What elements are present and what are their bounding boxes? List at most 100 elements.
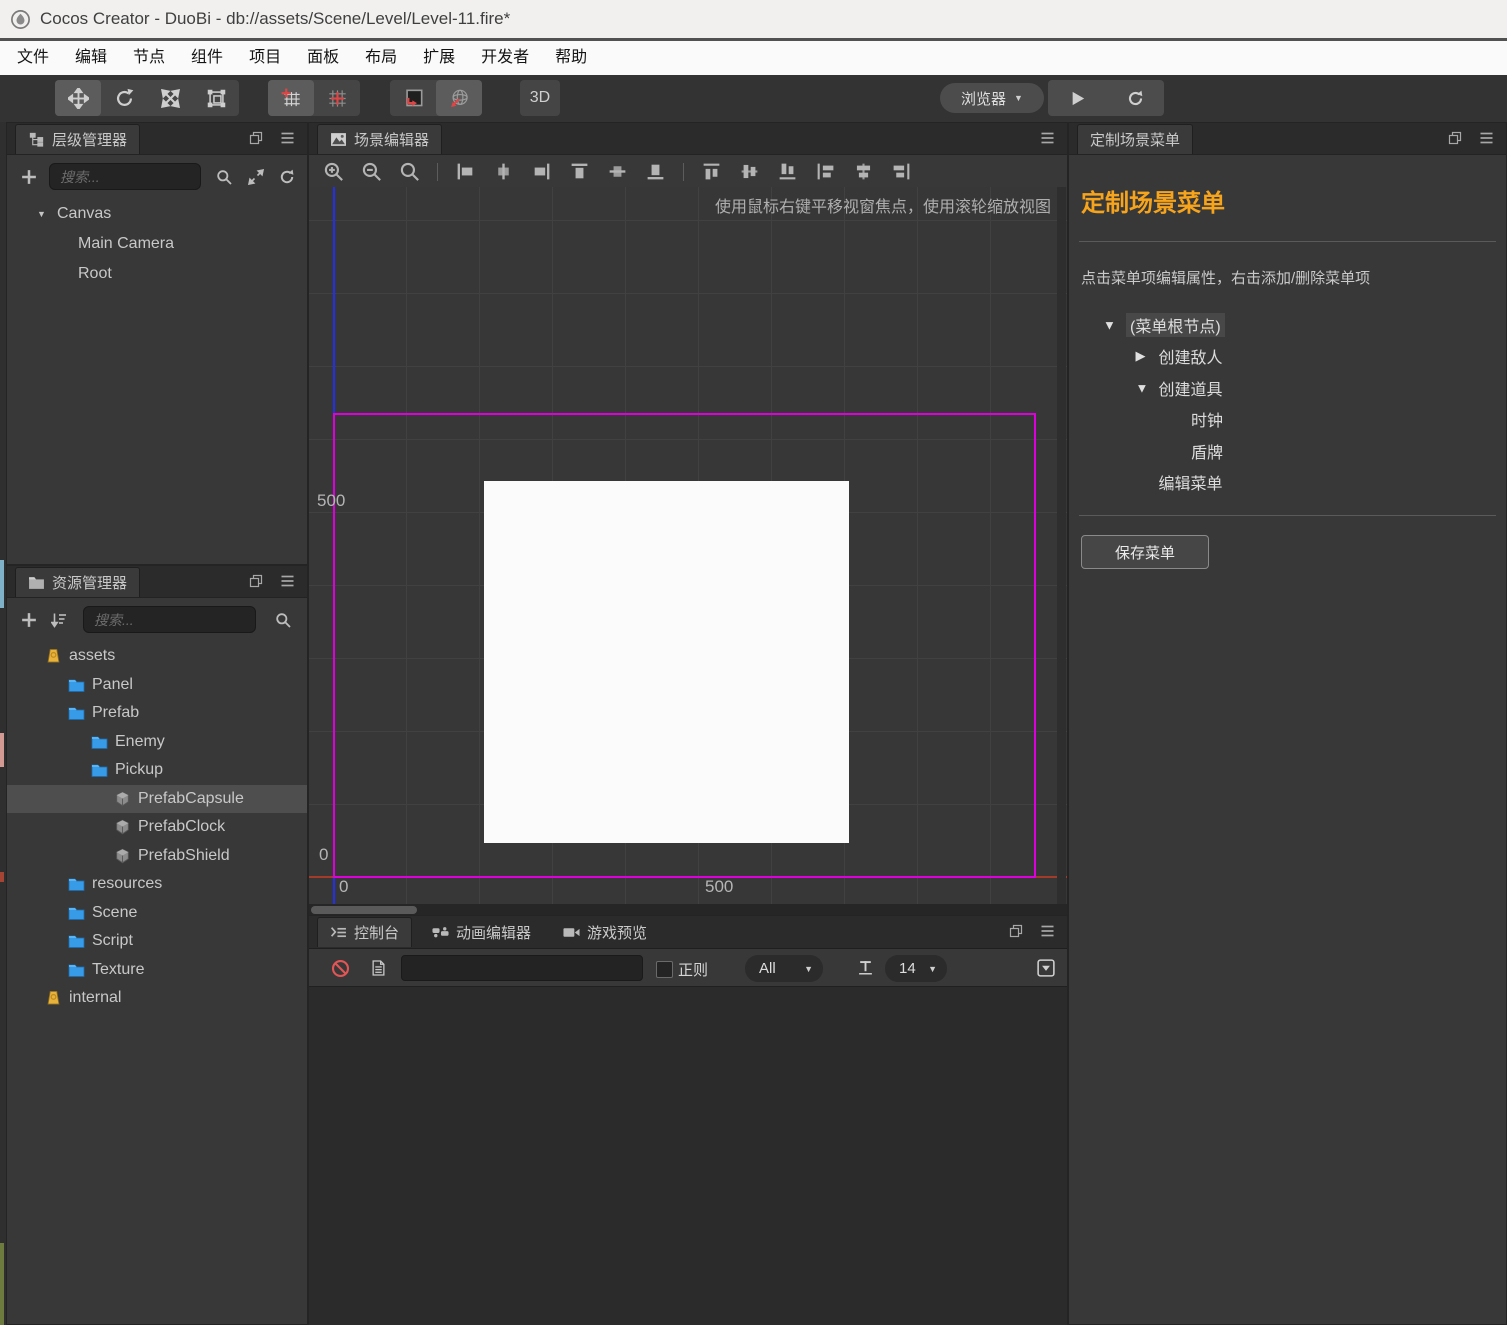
- expand-arrow-icon[interactable]: ▶: [1136, 348, 1146, 364]
- align-top-button[interactable]: [569, 161, 590, 182]
- distribute-top-button[interactable]: [701, 161, 722, 182]
- tab-hierarchy[interactable]: 层级管理器: [15, 124, 140, 154]
- regex-checkbox[interactable]: [656, 961, 673, 978]
- add-node-button[interactable]: [21, 169, 37, 185]
- asset-scene[interactable]: ▶Scene: [7, 899, 307, 928]
- align-bottom-button[interactable]: [645, 161, 666, 182]
- panel-menu-icon[interactable]: [1040, 925, 1055, 937]
- tab-animation-editor[interactable]: 动画编辑器: [420, 918, 543, 947]
- asset-texture[interactable]: ▶Texture: [7, 956, 307, 985]
- clear-console-button[interactable]: [331, 959, 350, 978]
- save-menu-button[interactable]: 保存菜单: [1081, 535, 1209, 569]
- tab-assets[interactable]: 资源管理器: [15, 567, 140, 597]
- menu-sprite[interactable]: [484, 481, 849, 843]
- tab-scene-editor[interactable]: 场景编辑器: [317, 124, 442, 154]
- log-level-dropdown[interactable]: All ▼: [745, 955, 823, 982]
- menu-item-edit[interactable]: 编辑: [62, 41, 120, 75]
- panel-menu-icon[interactable]: [1040, 132, 1055, 144]
- distribute-left-button[interactable]: [815, 161, 836, 182]
- scale-tool-button[interactable]: [147, 80, 193, 116]
- asset-prefab-shield[interactable]: PrefabShield: [7, 842, 307, 871]
- scrollbar-handle[interactable]: [311, 906, 417, 914]
- asset-prefab-clock[interactable]: PrefabClock: [7, 813, 307, 842]
- tab-game-preview[interactable]: 游戏预览: [551, 918, 659, 947]
- asset-pickup[interactable]: ▼Pickup: [7, 756, 307, 785]
- distribute-center-button[interactable]: [853, 161, 874, 182]
- menu-item-component[interactable]: 组件: [178, 41, 236, 75]
- sort-assets-icon[interactable]: [51, 612, 67, 628]
- menu-item-help[interactable]: 帮助: [542, 41, 600, 75]
- panel-menu-icon[interactable]: [280, 575, 295, 587]
- menu-item-layout[interactable]: 布局: [352, 41, 410, 75]
- move-tool-button[interactable]: [55, 80, 101, 116]
- menu-item-edit-menu[interactable]: 编辑菜单: [1069, 467, 1506, 499]
- asset-prefab-capsule[interactable]: PrefabCapsule: [7, 785, 307, 814]
- console-filter-input[interactable]: [401, 955, 643, 981]
- tab-custom-scene-menu[interactable]: 定制场景菜单: [1077, 124, 1193, 154]
- panel-menu-icon[interactable]: [280, 132, 295, 144]
- menu-item-extension[interactable]: 扩展: [410, 41, 468, 75]
- align-center-h-button[interactable]: [493, 161, 514, 182]
- asset-resources[interactable]: ▶resources: [7, 870, 307, 899]
- hierarchy-search-input[interactable]: [49, 163, 201, 190]
- menu-item-menu-root-node[interactable]: ▼(菜单根节点): [1069, 309, 1506, 341]
- expand-all-icon[interactable]: [248, 169, 264, 185]
- menu-item-developer[interactable]: 开发者: [468, 41, 542, 75]
- vertical-scrollbar[interactable]: [1057, 187, 1066, 904]
- zoom-out-button[interactable]: [361, 161, 382, 182]
- search-icon[interactable]: [216, 169, 232, 185]
- rect-tool-button[interactable]: [193, 80, 239, 116]
- refresh-hierarchy-icon[interactable]: [279, 169, 295, 185]
- float-panel-icon[interactable]: [249, 574, 263, 588]
- pivot-mode-button[interactable]: [268, 80, 314, 116]
- asset-internal[interactable]: ▶internal: [7, 984, 307, 1013]
- float-panel-icon[interactable]: [1009, 924, 1023, 938]
- collapse-arrow-icon[interactable]: ▼: [37, 209, 46, 219]
- assets-search-input[interactable]: [83, 606, 256, 633]
- font-size-dropdown[interactable]: 14 ▼: [885, 955, 947, 982]
- rotate-tool-button[interactable]: [101, 80, 147, 116]
- asset-assets[interactable]: ▼assets: [7, 642, 307, 671]
- menu-item-shield[interactable]: 盾牌: [1069, 435, 1506, 467]
- preview-target-dropdown[interactable]: 浏览器 ▼: [940, 83, 1044, 113]
- local-gizmo-button[interactable]: [390, 80, 436, 116]
- menu-item-project[interactable]: 项目: [236, 41, 294, 75]
- collapse-arrow-icon[interactable]: ▼: [1136, 380, 1149, 395]
- menu-item-node[interactable]: 节点: [120, 41, 178, 75]
- panel-menu-icon[interactable]: [1479, 132, 1494, 144]
- collapse-logs-button[interactable]: [1037, 959, 1055, 977]
- align-middle-button[interactable]: [607, 161, 628, 182]
- menu-item-create-enemy[interactable]: ▶创建敌人: [1069, 341, 1506, 373]
- add-asset-button[interactable]: [21, 612, 37, 628]
- global-gizmo-button[interactable]: [436, 80, 482, 116]
- distribute-bottom-button[interactable]: [777, 161, 798, 182]
- open-log-file-button[interactable]: [371, 959, 386, 977]
- zoom-in-button[interactable]: [323, 161, 344, 182]
- hierarchy-node-root[interactable]: Root: [7, 259, 307, 289]
- asset-script[interactable]: ▶Script: [7, 927, 307, 956]
- zoom-region-button[interactable]: [399, 161, 420, 182]
- anchor-mode-button[interactable]: [314, 80, 360, 116]
- search-icon[interactable]: [275, 612, 291, 628]
- align-left-button[interactable]: [455, 161, 476, 182]
- asset-enemy[interactable]: ▶Enemy: [7, 728, 307, 757]
- menu-item-clock[interactable]: 时钟: [1069, 404, 1506, 436]
- menu-item-file[interactable]: 文件: [4, 41, 62, 75]
- distribute-middle-button[interactable]: [739, 161, 760, 182]
- scene-viewport[interactable]: 使用鼠标右键平移视窗焦点，使用滚轮缩放视图 500 0 0 500: [309, 187, 1067, 904]
- asset-panel[interactable]: ▶Panel: [7, 671, 307, 700]
- distribute-right-button[interactable]: [891, 161, 912, 182]
- hierarchy-node-main-camera[interactable]: Main Camera: [7, 229, 307, 259]
- mode-3d-button[interactable]: 3D: [520, 80, 560, 116]
- collapse-arrow-icon[interactable]: ▼: [1103, 317, 1116, 332]
- refresh-preview-button[interactable]: [1127, 90, 1144, 107]
- align-right-button[interactable]: [531, 161, 552, 182]
- menu-item-create-item[interactable]: ▼创建道具: [1069, 372, 1506, 404]
- asset-prefab[interactable]: ▼Prefab: [7, 699, 307, 728]
- hierarchy-node-canvas[interactable]: ▼Canvas: [7, 199, 307, 229]
- tab-console[interactable]: 控制台: [317, 917, 412, 947]
- play-button[interactable]: [1069, 90, 1086, 107]
- float-panel-icon[interactable]: [249, 131, 263, 145]
- float-panel-icon[interactable]: [1448, 131, 1462, 145]
- menu-item-panel[interactable]: 面板: [294, 41, 352, 75]
